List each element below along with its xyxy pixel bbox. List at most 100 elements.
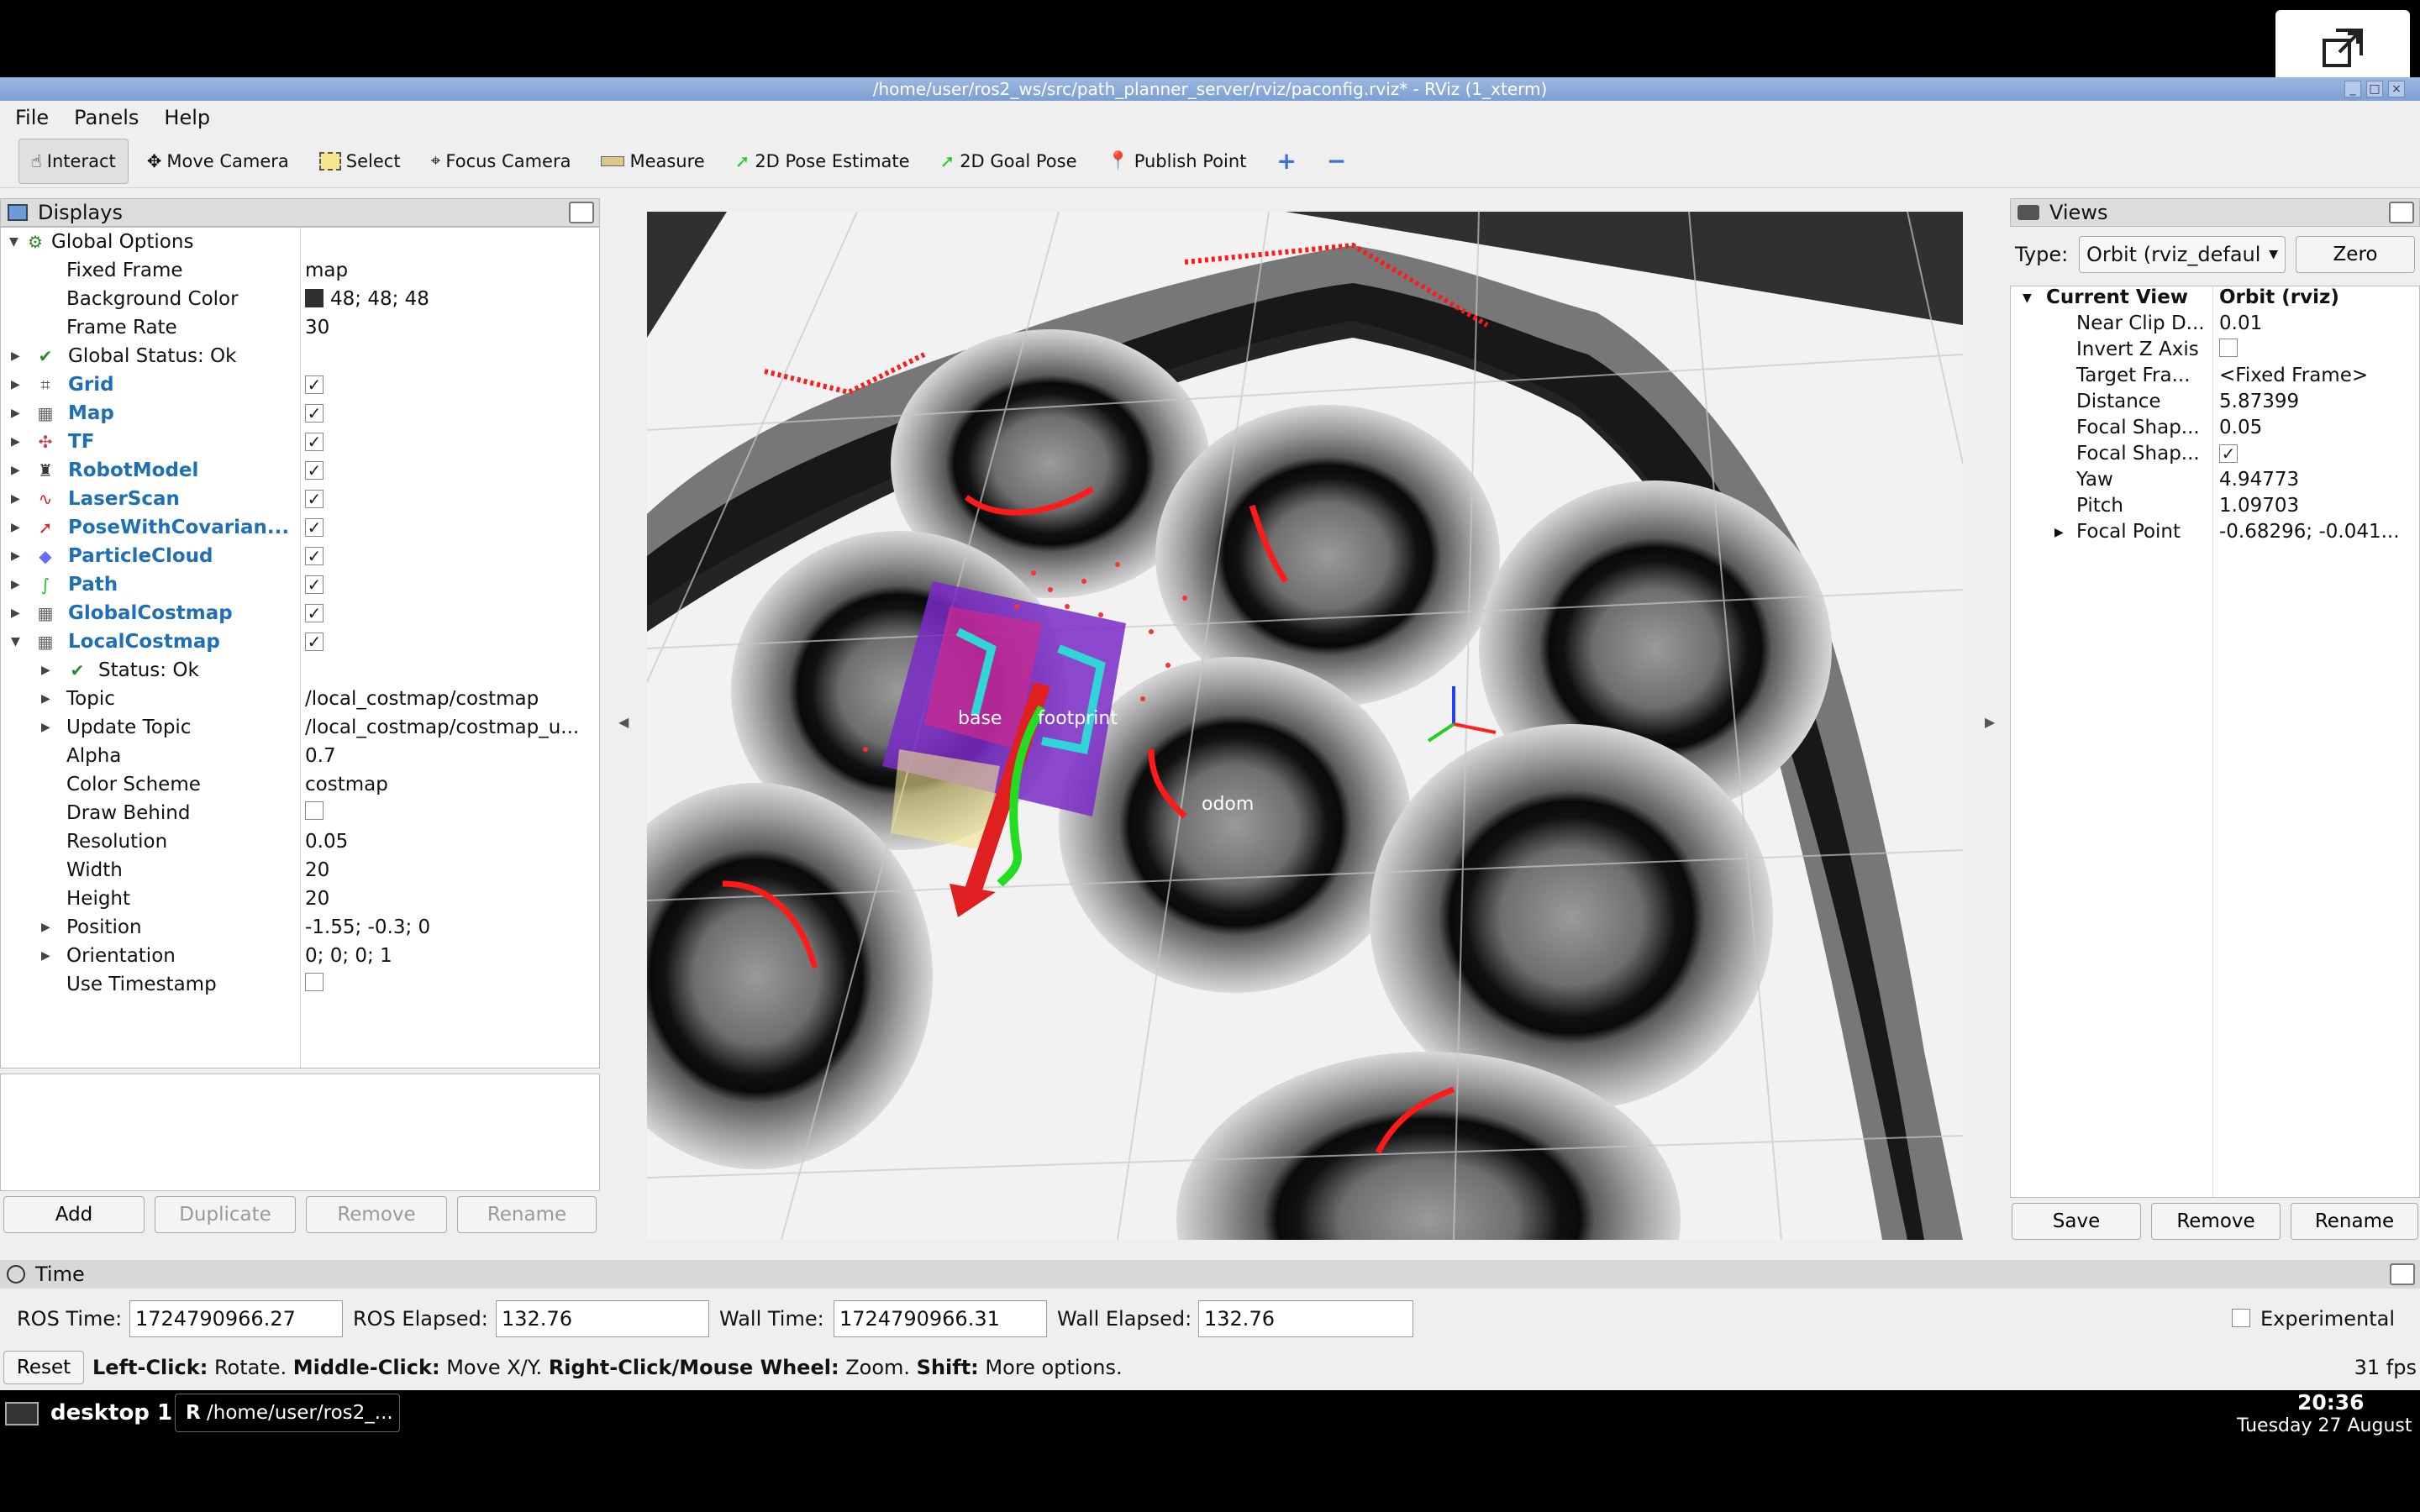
chevron-right-icon[interactable]: ▶: [11, 378, 24, 391]
chevron-right-icon[interactable]: ▶: [11, 549, 24, 563]
menu-panels[interactable]: Panels: [74, 106, 139, 129]
remove-display-button[interactable]: Remove: [306, 1196, 447, 1233]
desktop-menu-icon[interactable]: [5, 1402, 39, 1425]
maximize-button[interactable]: □: [2366, 81, 2383, 97]
view-property-row[interactable]: ▶ Focal Point -0.68296; -0.041...: [2011, 521, 2419, 547]
global-status-row[interactable]: ▶ ✔ Global Status: Ok: [1, 342, 599, 370]
add-display-button[interactable]: Add: [3, 1196, 145, 1233]
view-property-row[interactable]: Focal Shap... ✓: [2011, 443, 2419, 469]
move-camera-tool[interactable]: ✥ Move Camera: [135, 139, 301, 184]
frame-rate-row[interactable]: Frame Rate 30: [1, 313, 599, 342]
view-property-row[interactable]: Target Fra... <Fixed Frame>: [2011, 365, 2419, 391]
restore-window-button[interactable]: [2275, 10, 2410, 87]
focal-shape-checkbox[interactable]: ✓: [2219, 444, 2238, 463]
chevron-right-icon[interactable]: ▶: [41, 949, 55, 963]
ros-elapsed-field[interactable]: 132.76: [496, 1300, 709, 1337]
chevron-right-icon[interactable]: ▶: [41, 921, 55, 934]
chevron-right-icon[interactable]: ▶: [41, 721, 55, 734]
zero-button[interactable]: Zero: [2296, 236, 2415, 273]
chevron-down-icon[interactable]: ▼: [11, 635, 24, 648]
display-path-row[interactable]: ▶ ∫ Path ✓: [1, 570, 599, 599]
undock-button[interactable]: [569, 202, 594, 223]
minimize-button[interactable]: _: [2344, 81, 2361, 97]
undock-button[interactable]: [2389, 202, 2414, 223]
invert-z-checkbox[interactable]: [2219, 339, 2238, 357]
checkbox[interactable]: [305, 801, 324, 820]
enable-checkbox[interactable]: ✓: [305, 404, 324, 423]
taskbar-window-button[interactable]: R /home/user/ros2_...: [175, 1394, 400, 1432]
chevron-right-icon[interactable]: ▶: [11, 606, 24, 620]
local-height-row[interactable]: Height 20: [1, 885, 599, 913]
chevron-right-icon[interactable]: ▶: [11, 435, 24, 449]
view-property-row[interactable]: Yaw 4.94773: [2011, 469, 2419, 495]
title-bar[interactable]: /home/user/ros2_ws/src/path_planner_serv…: [0, 77, 2420, 101]
pose-estimate-tool[interactable]: ➚ 2D Pose Estimate: [723, 139, 922, 184]
fixed-frame-row[interactable]: Fixed Frame map: [1, 256, 599, 285]
enable-checkbox[interactable]: ✓: [305, 461, 324, 480]
chevron-right-icon[interactable]: ▶: [11, 521, 24, 534]
rename-view-button[interactable]: Rename: [2291, 1203, 2418, 1240]
wall-elapsed-field[interactable]: 132.76: [1198, 1300, 1413, 1337]
display-localcostmap-row[interactable]: ▼ ▦ LocalCostmap ✓: [1, 627, 599, 656]
chevron-down-icon[interactable]: ▼: [9, 235, 23, 249]
display-laserscan-row[interactable]: ▶ ∿ LaserScan ✓: [1, 485, 599, 513]
chevron-right-icon[interactable]: ▶: [11, 492, 24, 506]
menu-help[interactable]: Help: [164, 106, 210, 129]
view-type-select[interactable]: Orbit (rviz_defaul ▼: [2079, 236, 2286, 273]
enable-checkbox[interactable]: ✓: [305, 604, 324, 622]
experimental-checkbox[interactable]: [2232, 1309, 2250, 1327]
background-color-row[interactable]: Background Color 48; 48; 48: [1, 285, 599, 313]
close-button[interactable]: ×: [2388, 81, 2405, 97]
display-robotmodel-row[interactable]: ▶ ♜ RobotModel ✓: [1, 456, 599, 485]
view-property-row[interactable]: Near Clip D... 0.01: [2011, 312, 2419, 339]
render-viewport[interactable]: base footprint odom: [647, 212, 1963, 1240]
local-costmap-status-row[interactable]: ▶ ✔ Status: Ok: [1, 656, 599, 685]
chevron-right-icon[interactable]: ▶: [11, 464, 24, 477]
remove-view-button[interactable]: Remove: [2151, 1203, 2281, 1240]
menu-file[interactable]: File: [15, 106, 49, 129]
enable-checkbox[interactable]: ✓: [305, 575, 324, 594]
display-tf-row[interactable]: ▶ ✣ TF ✓: [1, 428, 599, 456]
chevron-right-icon[interactable]: ▶: [11, 349, 24, 363]
chevron-right-icon[interactable]: ▶: [41, 692, 55, 706]
wall-time-field[interactable]: 1724790966.31: [834, 1300, 1047, 1337]
local-width-row[interactable]: Width 20: [1, 856, 599, 885]
checkbox[interactable]: [305, 973, 324, 991]
view-property-row[interactable]: Focal Shap... 0.05: [2011, 417, 2419, 443]
undock-button[interactable]: [2390, 1263, 2415, 1285]
interact-tool[interactable]: ☝ Interact: [18, 138, 129, 184]
desktop-label[interactable]: desktop 1: [50, 1400, 172, 1425]
ros-time-field[interactable]: 1724790966.27: [129, 1300, 343, 1337]
view-property-row[interactable]: Pitch 1.09703: [2011, 495, 2419, 521]
display-map-row[interactable]: ▶ ▦ Map ✓: [1, 399, 599, 428]
collapse-right-arrow[interactable]: ▶: [1985, 714, 1995, 730]
collapse-left-arrow[interactable]: ◀: [618, 714, 629, 730]
enable-checkbox[interactable]: ✓: [305, 633, 324, 651]
display-grid-row[interactable]: ▶ ⌗ Grid ✓: [1, 370, 599, 399]
reset-button[interactable]: Reset: [3, 1351, 84, 1384]
enable-checkbox[interactable]: ✓: [305, 518, 324, 537]
enable-checkbox[interactable]: ✓: [305, 490, 324, 508]
publish-point-tool[interactable]: 📍 Publish Point: [1096, 139, 1259, 184]
chevron-right-icon[interactable]: ▶: [2054, 526, 2064, 539]
remove-tool-button[interactable]: −: [1315, 139, 1358, 184]
current-view-row[interactable]: ▼ Current View Orbit (rviz): [2011, 286, 2419, 312]
select-tool[interactable]: Select: [308, 139, 413, 184]
enable-checkbox[interactable]: ✓: [305, 375, 324, 394]
chevron-right-icon[interactable]: ▶: [41, 664, 55, 677]
view-property-row[interactable]: Invert Z Axis: [2011, 339, 2419, 365]
chevron-right-icon[interactable]: ▶: [11, 578, 24, 591]
local-topic-row[interactable]: ▶ Topic/local_costmap/costmap: [1, 685, 599, 713]
duplicate-display-button[interactable]: Duplicate: [155, 1196, 296, 1233]
display-globalcostmap-row[interactable]: ▶ ▦ GlobalCostmap ✓: [1, 599, 599, 627]
local-use-timestamp-row[interactable]: Use Timestamp: [1, 970, 599, 999]
chevron-right-icon[interactable]: ▶: [11, 407, 24, 420]
local-position-row[interactable]: ▶ Position -1.55; -0.3; 0: [1, 913, 599, 942]
scene-svg[interactable]: base footprint odom: [647, 212, 1963, 1240]
display-particlecloud-row[interactable]: ▶ ◆ ParticleCloud ✓: [1, 542, 599, 570]
view-property-row[interactable]: Distance 5.87399: [2011, 391, 2419, 417]
local-alpha-row[interactable]: Alpha 0.7: [1, 742, 599, 770]
rename-display-button[interactable]: Rename: [457, 1196, 597, 1233]
enable-checkbox[interactable]: ✓: [305, 547, 324, 565]
add-tool-button[interactable]: +: [1265, 139, 1307, 184]
